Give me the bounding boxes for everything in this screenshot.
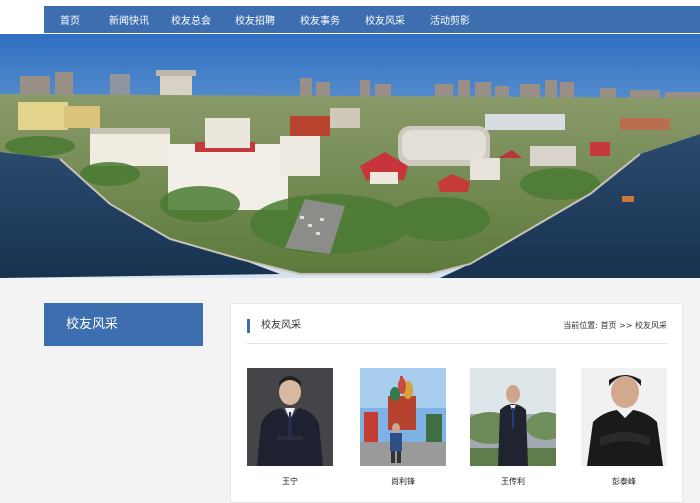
content-panel: 校友风采 当前位置: 首页 >> 校友风采 王宁 尚利锋 王传利 彭泰峰 (230, 303, 683, 503)
title-divider (247, 343, 668, 344)
breadcrumb-current: 校友风采 (635, 321, 667, 330)
nav-item-home[interactable]: 首页 (60, 12, 80, 27)
sidebar-title: 校友风采 (44, 303, 203, 346)
breadcrumb-home-link[interactable]: 首页 (601, 321, 617, 330)
page-title: 校友风采 (247, 319, 301, 333)
alumni-photo[interactable] (247, 368, 333, 466)
nav-item-activities[interactable]: 活动剪影 (430, 12, 470, 27)
alumni-card[interactable]: 王宁 (247, 368, 333, 487)
breadcrumb: 当前位置: 首页 >> 校友风采 (563, 320, 667, 331)
alumni-name[interactable]: 王宁 (247, 476, 333, 487)
nav-item-news[interactable]: 新闻快讯 (109, 12, 149, 27)
alumni-name[interactable]: 尚利锋 (360, 476, 446, 487)
alumni-photo[interactable] (470, 368, 556, 466)
alumni-name[interactable]: 彭泰峰 (581, 476, 667, 487)
banner-image (0, 34, 700, 278)
nav-item-affairs[interactable]: 校友事务 (300, 12, 340, 27)
top-bar: 首页 新闻快讯 校友总会 校友招聘 校友事务 校友风采 活动剪影 (0, 0, 700, 34)
alumni-photo[interactable] (581, 368, 667, 466)
alumni-card[interactable]: 尚利锋 (360, 368, 446, 487)
alumni-card[interactable]: 彭泰峰 (581, 368, 667, 487)
alumni-card[interactable]: 王传利 (470, 368, 556, 487)
nav-item-alumni-association[interactable]: 校友总会 (171, 12, 211, 27)
alumni-name[interactable]: 王传利 (470, 476, 556, 487)
nav-item-alumni-style[interactable]: 校友风采 (365, 12, 405, 27)
breadcrumb-prefix: 当前位置: (563, 321, 598, 330)
main-nav: 首页 新闻快讯 校友总会 校友招聘 校友事务 校友风采 活动剪影 (44, 6, 700, 33)
alumni-photo[interactable] (360, 368, 446, 466)
nav-item-recruitment[interactable]: 校友招聘 (235, 12, 275, 27)
breadcrumb-separator: >> (619, 321, 633, 330)
